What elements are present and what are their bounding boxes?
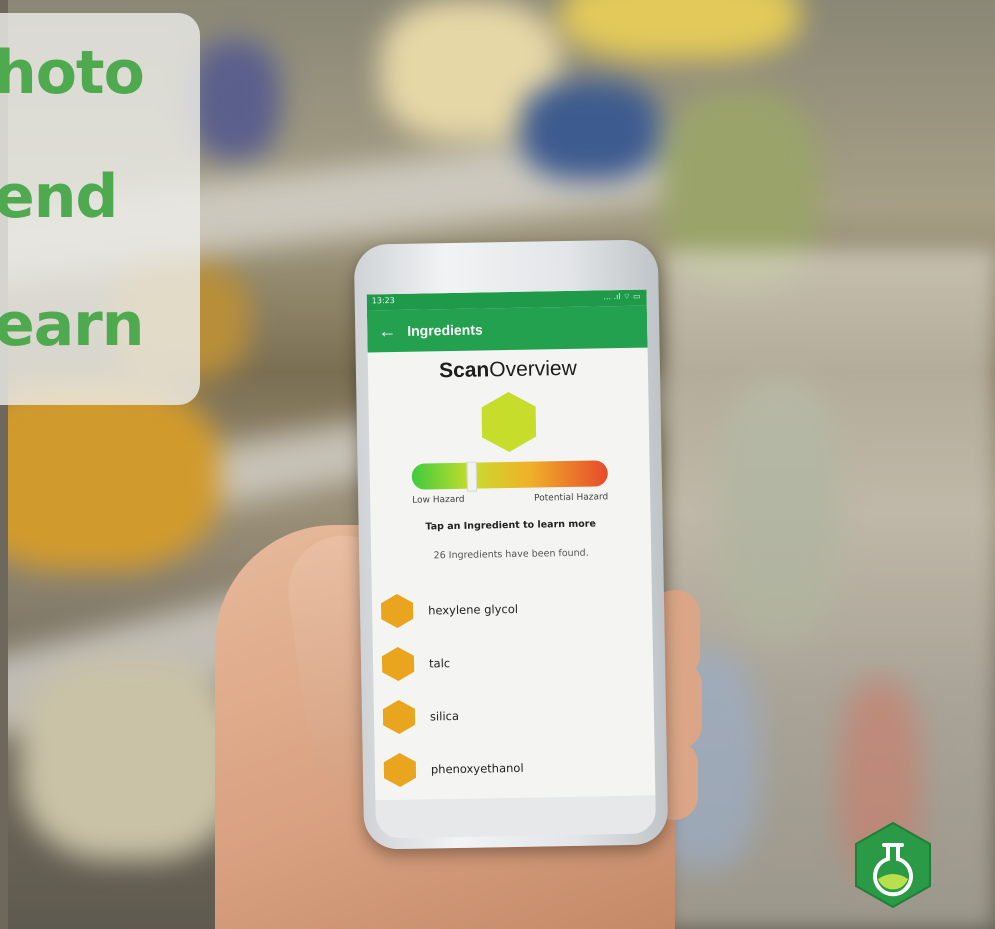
ingredient-list: hexylene glycol talc silica phenoxyethan… (372, 580, 656, 797)
phone-screen: 13:23 ... .ıl ⌔ ▭ ← Ingredients ScanOver… (366, 289, 656, 801)
hazard-hexagon-icon (380, 593, 414, 628)
ingredient-item[interactable]: hexylene glycol (372, 580, 653, 638)
flask-icon (855, 821, 931, 909)
hazard-hexagon-icon (381, 646, 415, 681)
tap-hint: Tap an Ingredient to learn more (425, 518, 596, 533)
ingredient-name: silica (429, 708, 460, 723)
ingredient-item[interactable]: silica (374, 686, 655, 744)
hazard-hexagon-icon (382, 699, 416, 734)
instruction-line-learn: earn (0, 290, 144, 360)
back-arrow-icon[interactable]: ← (367, 320, 407, 342)
status-time: 13:23 (371, 295, 395, 306)
ingredient-name: talc (428, 655, 451, 670)
ingredient-name: phenoxyethanol (430, 760, 524, 776)
overall-hazard-hexagon-icon (481, 392, 537, 453)
status-icons: ... .ıl ⌔ ▭ (603, 291, 641, 302)
ingredient-item[interactable]: phenoxyethanol (374, 739, 655, 797)
hazard-hexagon-icon (383, 752, 417, 787)
app-bar: ← Ingredients (366, 305, 648, 353)
meter-low-label: Low Hazard (412, 494, 465, 506)
hazard-meter (411, 460, 608, 492)
phone-bottom-bezel (375, 795, 657, 839)
ingredient-name: hexylene glycol (428, 601, 519, 617)
smartphone: 13:23 ... .ıl ⌔ ▭ ← Ingredients ScanOver… (353, 239, 669, 850)
hazard-meter-pointer (466, 461, 477, 492)
scan-overview-title: ScanOverview (438, 356, 577, 383)
ingredient-item[interactable]: talc (373, 633, 654, 691)
ingredients-found-count: 26 Ingredients have been found. (433, 547, 589, 562)
meter-high-label: Potential Hazard (534, 492, 609, 504)
instruction-line-send: end (0, 162, 118, 232)
instruction-line-photo: hoto (0, 38, 145, 108)
app-bar-title: Ingredients (407, 321, 483, 339)
